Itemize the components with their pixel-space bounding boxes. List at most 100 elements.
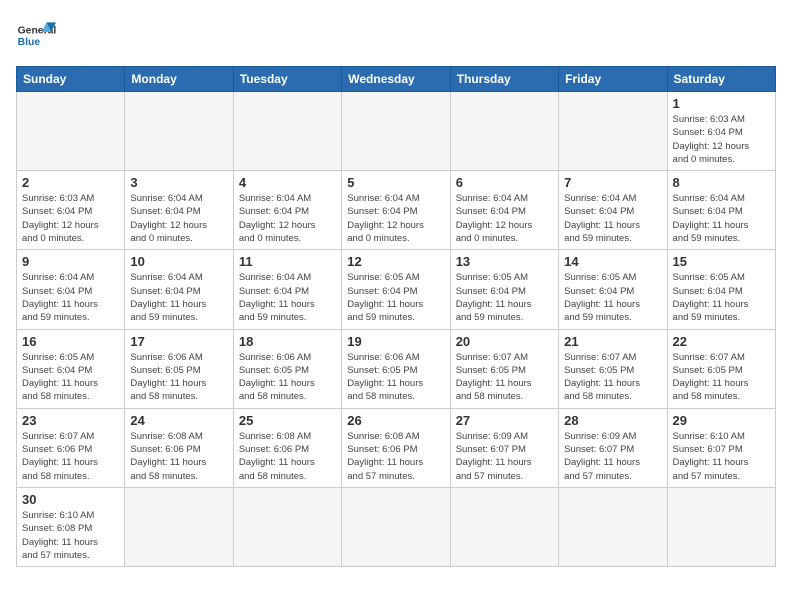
day-info: Sunrise: 6:04 AM Sunset: 6:04 PM Dayligh…	[130, 271, 227, 324]
logo-icon: General Blue	[16, 16, 56, 56]
day-number: 26	[347, 413, 444, 428]
day-number: 30	[22, 492, 119, 507]
day-info: Sunrise: 6:08 AM Sunset: 6:06 PM Dayligh…	[239, 430, 336, 483]
day-number: 3	[130, 175, 227, 190]
day-number: 27	[456, 413, 553, 428]
weekday-header-saturday: Saturday	[667, 67, 775, 92]
day-cell-17: 17 Sunrise: 6:06 AM Sunset: 6:05 PM Dayli…	[125, 329, 233, 408]
day-info: Sunrise: 6:07 AM Sunset: 6:06 PM Dayligh…	[22, 430, 119, 483]
day-cell-14: 14 Sunrise: 6:05 AM Sunset: 6:04 PM Dayli…	[559, 250, 667, 329]
weekday-header-thursday: Thursday	[450, 67, 558, 92]
day-info: Sunrise: 6:05 AM Sunset: 6:04 PM Dayligh…	[22, 351, 119, 404]
day-number: 5	[347, 175, 444, 190]
day-cell-11: 11 Sunrise: 6:04 AM Sunset: 6:04 PM Dayli…	[233, 250, 341, 329]
day-info: Sunrise: 6:05 AM Sunset: 6:04 PM Dayligh…	[564, 271, 661, 324]
day-number: 18	[239, 334, 336, 349]
empty-day-cell	[125, 487, 233, 566]
day-cell-1: 1 Sunrise: 6:03 AM Sunset: 6:04 PM Daylig…	[667, 92, 775, 171]
empty-day-cell	[342, 487, 450, 566]
day-info: Sunrise: 6:04 AM Sunset: 6:04 PM Dayligh…	[673, 192, 770, 245]
empty-day-cell	[667, 487, 775, 566]
calendar-row-4: 23 Sunrise: 6:07 AM Sunset: 6:06 PM Dayli…	[17, 408, 776, 487]
day-number: 4	[239, 175, 336, 190]
day-number: 15	[673, 254, 770, 269]
day-number: 12	[347, 254, 444, 269]
day-number: 11	[239, 254, 336, 269]
day-number: 23	[22, 413, 119, 428]
day-cell-24: 24Sunrise: 6:08 AM Sunset: 6:06 PM Dayli…	[125, 408, 233, 487]
day-cell-23: 23 Sunrise: 6:07 AM Sunset: 6:06 PM Dayli…	[17, 408, 125, 487]
day-info: Sunrise: 6:04 AM Sunset: 6:04 PM Dayligh…	[239, 271, 336, 324]
day-number: 19	[347, 334, 444, 349]
day-number: 6	[456, 175, 553, 190]
day-number: 1	[673, 96, 770, 111]
day-info: Sunrise: 6:03 AM Sunset: 6:04 PM Dayligh…	[22, 192, 119, 245]
weekday-header-tuesday: Tuesday	[233, 67, 341, 92]
day-cell-12: 12 Sunrise: 6:05 AM Sunset: 6:04 PM Dayli…	[342, 250, 450, 329]
day-cell-25: 25 Sunrise: 6:08 AM Sunset: 6:06 PM Dayli…	[233, 408, 341, 487]
calendar-table: SundayMondayTuesdayWednesdayThursdayFrid…	[16, 66, 776, 567]
day-cell-10: 10 Sunrise: 6:04 AM Sunset: 6:04 PM Dayli…	[125, 250, 233, 329]
day-info: Sunrise: 6:03 AM Sunset: 6:04 PM Dayligh…	[673, 113, 770, 166]
empty-day-cell	[559, 92, 667, 171]
day-number: 8	[673, 175, 770, 190]
day-info: Sunrise: 6:05 AM Sunset: 6:04 PM Dayligh…	[347, 271, 444, 324]
day-cell-6: 6 Sunrise: 6:04 AM Sunset: 6:04 PM Daylig…	[450, 171, 558, 250]
day-number: 28	[564, 413, 661, 428]
empty-day-cell	[559, 487, 667, 566]
weekday-header-friday: Friday	[559, 67, 667, 92]
day-number: 9	[22, 254, 119, 269]
day-cell-18: 18 Sunrise: 6:06 AM Sunset: 6:05 PM Dayli…	[233, 329, 341, 408]
empty-day-cell	[450, 487, 558, 566]
day-info: Sunrise: 6:07 AM Sunset: 6:05 PM Dayligh…	[673, 351, 770, 404]
day-number: 7	[564, 175, 661, 190]
day-cell-4: 4 Sunrise: 6:04 AM Sunset: 6:04 PM Daylig…	[233, 171, 341, 250]
day-number: 10	[130, 254, 227, 269]
day-cell-29: 29Sunrise: 6:10 AM Sunset: 6:07 PM Dayli…	[667, 408, 775, 487]
day-number: 21	[564, 334, 661, 349]
day-number: 16	[22, 334, 119, 349]
day-number: 20	[456, 334, 553, 349]
day-number: 14	[564, 254, 661, 269]
day-cell-13: 13 Sunrise: 6:05 AM Sunset: 6:04 PM Dayli…	[450, 250, 558, 329]
day-number: 2	[22, 175, 119, 190]
calendar-row-1: 2 Sunrise: 6:03 AM Sunset: 6:04 PM Daylig…	[17, 171, 776, 250]
weekday-header-wednesday: Wednesday	[342, 67, 450, 92]
day-cell-15: 15Sunrise: 6:05 AM Sunset: 6:04 PM Dayli…	[667, 250, 775, 329]
calendar-row-0: 1 Sunrise: 6:03 AM Sunset: 6:04 PM Daylig…	[17, 92, 776, 171]
day-cell-5: 5 Sunrise: 6:04 AM Sunset: 6:04 PM Daylig…	[342, 171, 450, 250]
day-number: 13	[456, 254, 553, 269]
day-cell-21: 21 Sunrise: 6:07 AM Sunset: 6:05 PM Dayli…	[559, 329, 667, 408]
day-info: Sunrise: 6:06 AM Sunset: 6:05 PM Dayligh…	[130, 351, 227, 404]
day-number: 17	[130, 334, 227, 349]
day-cell-16: 16 Sunrise: 6:05 AM Sunset: 6:04 PM Dayli…	[17, 329, 125, 408]
day-number: 24	[130, 413, 227, 428]
day-info: Sunrise: 6:04 AM Sunset: 6:04 PM Dayligh…	[347, 192, 444, 245]
empty-day-cell	[233, 92, 341, 171]
weekday-header-row: SundayMondayTuesdayWednesdayThursdayFrid…	[17, 67, 776, 92]
day-info: Sunrise: 6:05 AM Sunset: 6:04 PM Dayligh…	[456, 271, 553, 324]
day-info: Sunrise: 6:07 AM Sunset: 6:05 PM Dayligh…	[564, 351, 661, 404]
day-info: Sunrise: 6:06 AM Sunset: 6:05 PM Dayligh…	[239, 351, 336, 404]
empty-day-cell	[17, 92, 125, 171]
weekday-header-monday: Monday	[125, 67, 233, 92]
svg-text:Blue: Blue	[18, 37, 41, 48]
day-cell-3: 3 Sunrise: 6:04 AM Sunset: 6:04 PM Daylig…	[125, 171, 233, 250]
empty-day-cell	[450, 92, 558, 171]
day-cell-19: 19Sunrise: 6:06 AM Sunset: 6:05 PM Dayli…	[342, 329, 450, 408]
day-info: Sunrise: 6:04 AM Sunset: 6:04 PM Dayligh…	[130, 192, 227, 245]
day-cell-30: 30Sunrise: 6:10 AM Sunset: 6:08 PM Dayli…	[17, 487, 125, 566]
day-cell-8: 8 Sunrise: 6:04 AM Sunset: 6:04 PM Daylig…	[667, 171, 775, 250]
empty-day-cell	[125, 92, 233, 171]
day-info: Sunrise: 6:04 AM Sunset: 6:04 PM Dayligh…	[239, 192, 336, 245]
day-cell-9: 9Sunrise: 6:04 AM Sunset: 6:04 PM Daylig…	[17, 250, 125, 329]
page-header: General Blue	[16, 16, 776, 56]
day-info: Sunrise: 6:07 AM Sunset: 6:05 PM Dayligh…	[456, 351, 553, 404]
calendar-row-3: 16 Sunrise: 6:05 AM Sunset: 6:04 PM Dayli…	[17, 329, 776, 408]
day-info: Sunrise: 6:09 AM Sunset: 6:07 PM Dayligh…	[564, 430, 661, 483]
day-number: 29	[673, 413, 770, 428]
day-cell-2: 2 Sunrise: 6:03 AM Sunset: 6:04 PM Daylig…	[17, 171, 125, 250]
empty-day-cell	[342, 92, 450, 171]
day-info: Sunrise: 6:04 AM Sunset: 6:04 PM Dayligh…	[456, 192, 553, 245]
day-number: 25	[239, 413, 336, 428]
